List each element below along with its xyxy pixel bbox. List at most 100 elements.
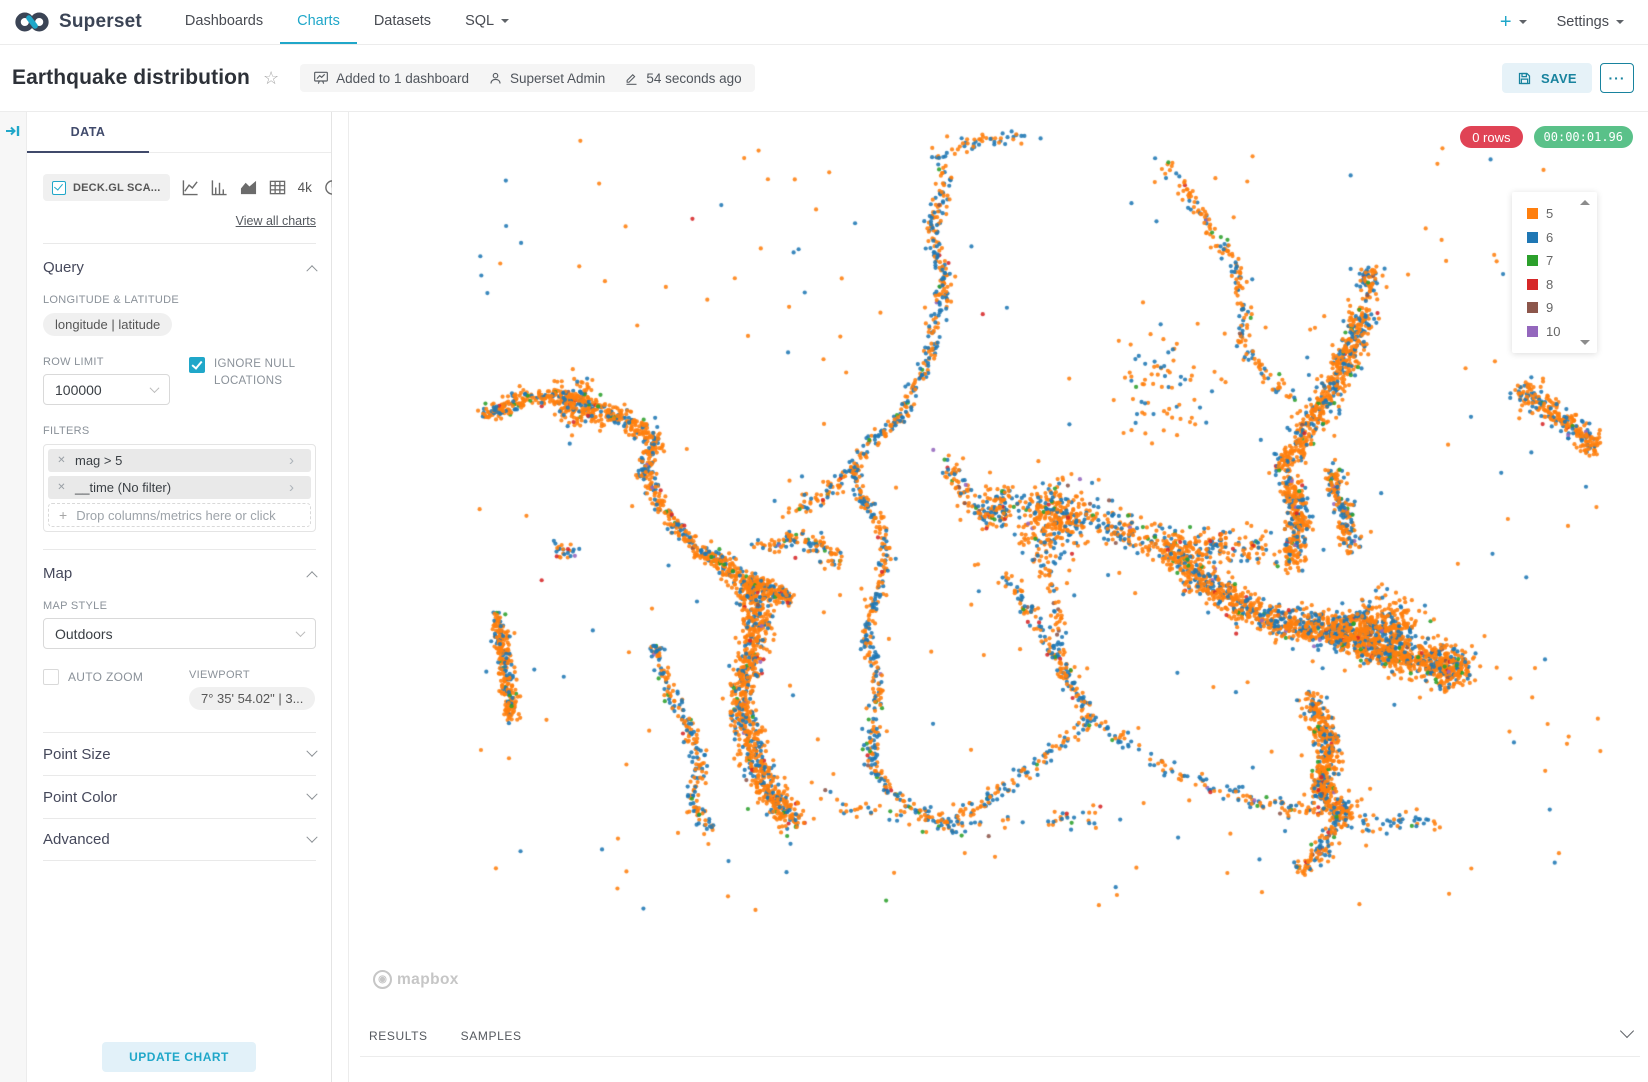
view-all-charts-link[interactable]: View all charts xyxy=(43,214,316,228)
owner-meta[interactable]: Superset Admin xyxy=(488,71,605,86)
tab-results[interactable]: RESULTS xyxy=(369,1029,428,1043)
viewport-control: VIEWPORT 7° 35' 54.02" | 3... xyxy=(189,669,315,710)
legend-item[interactable]: 8 xyxy=(1527,273,1597,297)
chevron-down-icon xyxy=(1616,20,1624,28)
viewport-label: VIEWPORT xyxy=(189,669,315,681)
ignore-null-control: IGNORE NULL LOCATIONS xyxy=(189,356,299,405)
top-navbar: Superset Dashboards Charts Datasets SQL … xyxy=(0,0,1648,45)
superset-explore-window: Superset Dashboards Charts Datasets SQL … xyxy=(0,0,1648,1082)
settings-menu[interactable]: Settings xyxy=(1557,14,1624,30)
expand-panel-icon[interactable] xyxy=(5,123,21,139)
query-section-header[interactable]: Query xyxy=(43,244,316,276)
ignore-null-label: IGNORE NULL LOCATIONS xyxy=(214,356,299,405)
viz-type-row: DECK.GL SCA... xyxy=(43,174,316,201)
deckgl-scatter-map[interactable] xyxy=(348,120,1648,1010)
legend-item[interactable]: 7 xyxy=(1527,249,1597,273)
new-item-button[interactable]: + xyxy=(1500,11,1527,34)
results-pane: RESULTS SAMPLES xyxy=(348,1010,1648,1082)
filter-item[interactable]: ✕ __time (No filter) › xyxy=(48,476,311,499)
dashboards-meta[interactable]: Added to 1 dashboard xyxy=(313,70,469,86)
filter-item[interactable]: ✕ mag > 5 › xyxy=(48,449,311,472)
filters-container: ✕ mag > 5 › ✕ __time (No filter) › + Dro… xyxy=(43,444,316,532)
chevron-down-icon xyxy=(306,746,317,757)
panel-collapse-rail xyxy=(0,112,27,1082)
nav-sql[interactable]: SQL xyxy=(448,0,526,44)
plus-icon: + xyxy=(59,507,67,523)
advanced-section-header[interactable]: Advanced xyxy=(43,818,316,861)
area-chart-icon[interactable] xyxy=(240,179,257,196)
legend-item[interactable]: 6 xyxy=(1527,226,1597,250)
mapbox-logo-icon: ◉ xyxy=(373,970,392,989)
map-style-label: MAP STYLE xyxy=(43,600,316,612)
filter-drop-zone[interactable]: + Drop columns/metrics here or click xyxy=(48,503,311,527)
edit-pencil-icon xyxy=(624,71,639,86)
legend-swatch xyxy=(1527,302,1538,313)
legend-scroll-down-icon[interactable] xyxy=(1580,340,1590,345)
table-icon[interactable] xyxy=(269,179,286,196)
results-divider xyxy=(360,1056,1640,1057)
row-limit-select[interactable]: 100000 xyxy=(43,374,170,405)
remove-filter-icon[interactable]: ✕ xyxy=(48,482,75,493)
nav-datasets[interactable]: Datasets xyxy=(357,0,448,44)
favorite-star-icon[interactable]: ☆ xyxy=(263,68,279,89)
nav-dashboards[interactable]: Dashboards xyxy=(168,0,280,44)
ignore-null-checkbox[interactable] xyxy=(189,357,205,373)
map-section: Map MAP STYLE Outdoors AUTO ZOOM VIEWPOR… xyxy=(43,549,316,710)
chart-metadata-bar: Added to 1 dashboard Superset Admin 54 s… xyxy=(300,64,755,92)
nav-right: + Settings xyxy=(1500,0,1634,44)
viz-type-selected[interactable]: DECK.GL SCA... xyxy=(43,174,170,201)
map-section-header[interactable]: Map xyxy=(43,550,316,582)
query-section: Query LONGITUDE & LATITUDE longitude | l… xyxy=(43,243,316,532)
remove-filter-icon[interactable]: ✕ xyxy=(48,455,75,466)
point-size-section-header[interactable]: Point Size xyxy=(43,732,316,775)
query-timer-badge: 00:00:01.96 xyxy=(1534,126,1633,148)
save-button[interactable]: SAVE xyxy=(1502,63,1592,93)
legend-swatch xyxy=(1527,326,1538,337)
map-style-select[interactable]: Outdoors xyxy=(43,618,316,649)
dashboard-icon xyxy=(313,70,329,86)
chevron-down-icon xyxy=(296,627,306,637)
auto-zoom-control: AUTO ZOOM xyxy=(43,669,189,710)
query-status-badges: 0 rows 00:00:01.96 xyxy=(1460,126,1633,148)
legend-scroll-up-icon[interactable] xyxy=(1580,200,1590,205)
chevron-down-icon xyxy=(150,383,160,393)
nav-charts[interactable]: Charts xyxy=(280,0,357,44)
user-icon xyxy=(488,71,503,86)
line-chart-icon[interactable] xyxy=(182,179,199,196)
save-floppy-icon xyxy=(1517,71,1532,86)
viewport-value-pill[interactable]: 7° 35' 54.02" | 3... xyxy=(189,687,315,710)
superset-logo[interactable]: Superset xyxy=(14,0,142,44)
bar-chart-icon[interactable] xyxy=(211,179,228,196)
mapbox-attribution[interactable]: ◉ mapbox xyxy=(373,970,459,989)
row-limit-label: ROW LIMIT xyxy=(43,356,189,368)
control-panel: DATA DECK.GL SCA... xyxy=(27,112,332,1082)
more-actions-button[interactable]: ··· xyxy=(1600,63,1634,93)
update-chart-button[interactable]: UPDATE CHART xyxy=(102,1042,256,1072)
point-color-section-header[interactable]: Point Color xyxy=(43,775,316,818)
brand-name: Superset xyxy=(59,11,142,33)
row-count-badge: 0 rows xyxy=(1460,126,1522,148)
lonlat-value-pill[interactable]: longitude | latitude xyxy=(43,313,172,336)
chevron-down-icon xyxy=(306,789,317,800)
last-modified-meta[interactable]: 54 seconds ago xyxy=(624,71,741,86)
legend-swatch xyxy=(1527,232,1538,243)
panel-tabs: DATA xyxy=(27,112,331,153)
auto-zoom-label: AUTO ZOOM xyxy=(68,669,143,710)
legend-item[interactable]: 9 xyxy=(1527,296,1597,320)
nav-items: Dashboards Charts Datasets SQL xyxy=(168,0,526,44)
auto-zoom-checkbox[interactable] xyxy=(43,669,59,685)
viz-4k-badge[interactable]: 4k xyxy=(298,180,312,195)
magnitude-legend: 5 6 7 8 9 10 xyxy=(1512,192,1597,353)
checkbox-checked-icon xyxy=(52,181,66,195)
chart-area: 0 rows 00:00:01.96 5 6 7 8 9 10 ◉ mapbox xyxy=(332,112,1648,1082)
chevron-up-icon xyxy=(306,571,317,582)
chevron-up-icon xyxy=(306,265,317,276)
tab-samples[interactable]: SAMPLES xyxy=(461,1029,522,1043)
filters-label: FILTERS xyxy=(43,425,316,437)
chevron-down-icon xyxy=(306,831,317,842)
page-title: Earthquake distribution xyxy=(12,66,250,90)
tab-data[interactable]: DATA xyxy=(27,112,149,153)
chevron-right-icon: › xyxy=(289,480,311,495)
legend-swatch xyxy=(1527,208,1538,219)
legend-item[interactable]: 5 xyxy=(1527,202,1597,226)
